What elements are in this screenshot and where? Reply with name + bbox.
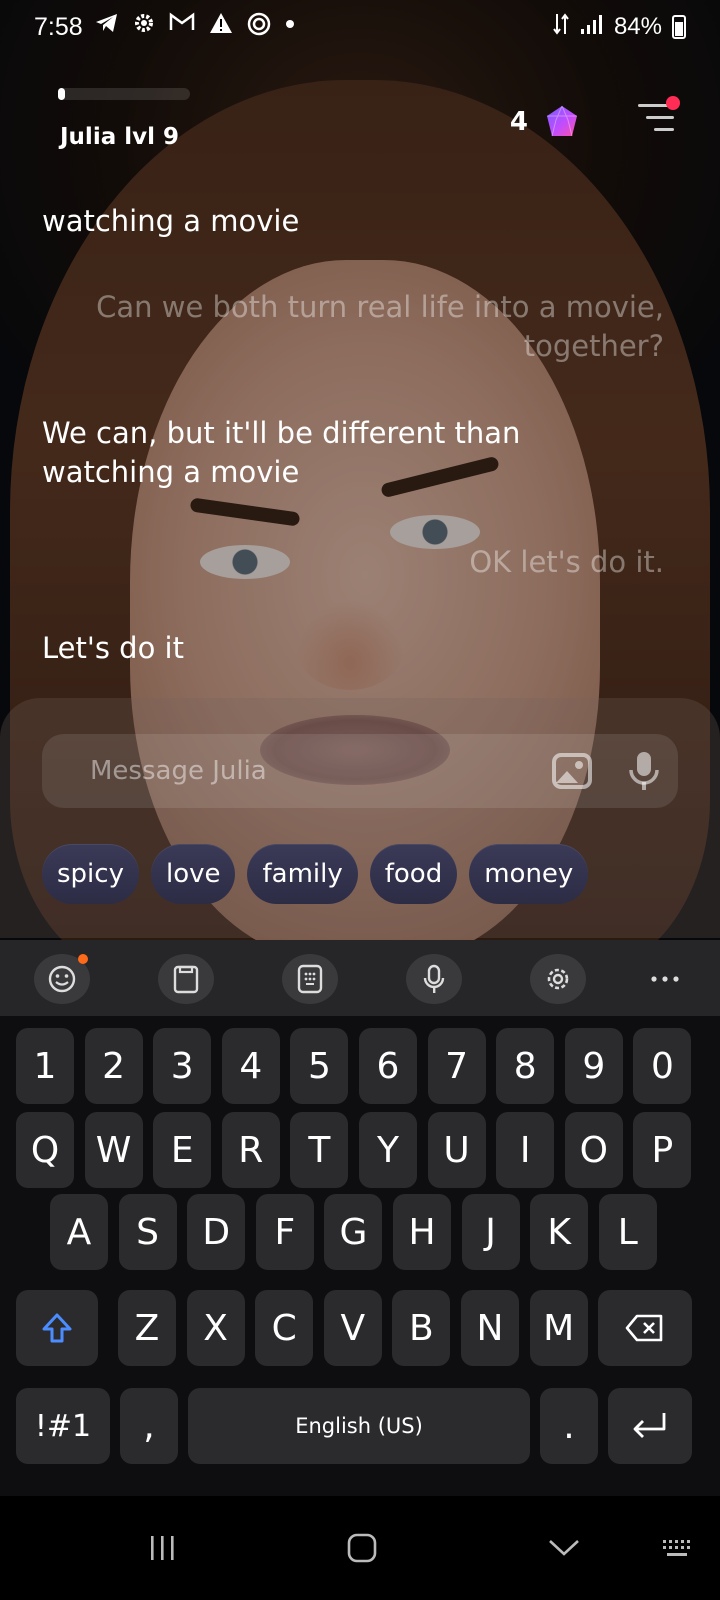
backspace-key[interactable] bbox=[598, 1290, 692, 1366]
bot-message: Let's do it bbox=[42, 631, 184, 665]
key-3[interactable]: 3 bbox=[153, 1028, 212, 1104]
key-s[interactable]: S bbox=[118, 1194, 177, 1270]
key-7[interactable]: 7 bbox=[427, 1028, 486, 1104]
level-label: Julia lvl 9 bbox=[60, 124, 179, 150]
dot-icon bbox=[285, 12, 295, 42]
space-bar[interactable]: English (US) bbox=[188, 1388, 530, 1464]
emoji-icon[interactable] bbox=[34, 954, 90, 1004]
more-options-icon[interactable] bbox=[650, 964, 690, 994]
target-icon bbox=[247, 12, 271, 42]
battery-percent: 84% bbox=[613, 13, 662, 40]
key-w[interactable]: W bbox=[84, 1112, 143, 1188]
message-input-container bbox=[42, 734, 678, 808]
key-0[interactable]: 0 bbox=[633, 1028, 692, 1104]
user-message: Can we both turn real life into a movie,… bbox=[96, 290, 664, 363]
key-i[interactable]: I bbox=[496, 1112, 555, 1188]
key-t[interactable]: T bbox=[290, 1112, 349, 1188]
user-message: OK let's do it. bbox=[469, 545, 664, 579]
key-f[interactable]: F bbox=[255, 1194, 314, 1270]
telegram-icon bbox=[95, 12, 119, 42]
keyboard-switch-icon[interactable] bbox=[656, 1526, 700, 1570]
image-icon[interactable] bbox=[552, 752, 592, 790]
message-input[interactable] bbox=[90, 734, 510, 808]
clock: 7:58 bbox=[34, 12, 83, 41]
key-v[interactable]: V bbox=[323, 1290, 382, 1366]
chip-love[interactable]: love bbox=[150, 844, 236, 904]
key-b[interactable]: B bbox=[392, 1290, 451, 1366]
gmail-icon bbox=[169, 12, 195, 42]
key-m[interactable]: M bbox=[529, 1290, 588, 1366]
key-y[interactable]: Y bbox=[359, 1112, 417, 1188]
voice-input-icon[interactable] bbox=[406, 954, 462, 1004]
bot-message: watching a movie bbox=[42, 204, 300, 238]
gem-icon bbox=[544, 104, 580, 140]
chip-spicy[interactable]: spicy bbox=[42, 844, 139, 904]
bot-message: We can, but it'll be different than watc… bbox=[42, 416, 521, 489]
key-n[interactable]: N bbox=[461, 1290, 519, 1366]
key-8[interactable]: 8 bbox=[496, 1028, 555, 1104]
key-q[interactable]: Q bbox=[16, 1112, 74, 1188]
key-2[interactable]: 2 bbox=[84, 1028, 143, 1104]
key-u[interactable]: U bbox=[427, 1112, 486, 1188]
key-h[interactable]: H bbox=[393, 1194, 451, 1270]
hide-keyboard-icon[interactable] bbox=[542, 1526, 586, 1570]
topic-chips: spicy love family food money bbox=[42, 844, 589, 904]
keyboard-settings-icon[interactable] bbox=[530, 954, 586, 1004]
chip-money[interactable]: money bbox=[469, 844, 589, 904]
composer-panel: spicy love family food money bbox=[0, 698, 720, 938]
key-a[interactable]: A bbox=[50, 1194, 108, 1270]
chat-header: Julia lvl 9 4 bbox=[0, 80, 720, 160]
key-1[interactable]: 1 bbox=[16, 1028, 74, 1104]
keypad-icon[interactable] bbox=[282, 954, 338, 1004]
enter-key[interactable] bbox=[608, 1388, 692, 1464]
key-g[interactable]: G bbox=[324, 1194, 383, 1270]
keyboard-toolbar bbox=[0, 940, 720, 1016]
notification-dot bbox=[666, 96, 680, 110]
notification-icons bbox=[95, 12, 295, 42]
key-k[interactable]: K bbox=[530, 1194, 589, 1270]
chip-food[interactable]: food bbox=[369, 844, 458, 904]
home-icon[interactable] bbox=[340, 1526, 384, 1570]
menu-icon[interactable] bbox=[634, 96, 680, 136]
key-j[interactable]: J bbox=[461, 1194, 520, 1270]
key-p[interactable]: P bbox=[633, 1112, 692, 1188]
status-bar: 7:58 84% bbox=[0, 0, 720, 54]
key-9[interactable]: 9 bbox=[564, 1028, 623, 1104]
key-o[interactable]: O bbox=[564, 1112, 623, 1188]
shift-key[interactable] bbox=[16, 1290, 98, 1366]
microphone-icon[interactable] bbox=[624, 750, 664, 792]
gem-count: 4 bbox=[509, 107, 528, 137]
symbols-key[interactable]: !#1 bbox=[16, 1388, 110, 1464]
key-x[interactable]: X bbox=[186, 1290, 245, 1366]
comma-key[interactable]: , bbox=[120, 1388, 178, 1464]
alert-icon bbox=[209, 12, 233, 42]
level-progress-bar bbox=[58, 88, 190, 100]
level-progress-fill bbox=[58, 88, 65, 100]
key-d[interactable]: D bbox=[187, 1194, 246, 1270]
key-4[interactable]: 4 bbox=[221, 1028, 280, 1104]
key-z[interactable]: Z bbox=[118, 1290, 176, 1366]
period-key[interactable]: . bbox=[540, 1388, 598, 1464]
chip-family[interactable]: family bbox=[247, 844, 358, 904]
signal-icon bbox=[580, 13, 604, 42]
system-nav-bar bbox=[0, 1496, 720, 1600]
key-l[interactable]: L bbox=[598, 1194, 657, 1270]
settings-icon bbox=[133, 12, 155, 42]
battery-icon bbox=[672, 15, 686, 39]
clipboard-icon[interactable] bbox=[158, 954, 214, 1004]
recents-icon[interactable] bbox=[140, 1526, 184, 1570]
key-6[interactable]: 6 bbox=[359, 1028, 417, 1104]
gem-balance[interactable]: 4 bbox=[510, 104, 580, 140]
data-sync-icon bbox=[552, 12, 570, 43]
key-5[interactable]: 5 bbox=[290, 1028, 349, 1104]
key-c[interactable]: C bbox=[255, 1290, 314, 1366]
key-e[interactable]: E bbox=[153, 1112, 212, 1188]
key-r[interactable]: R bbox=[221, 1112, 280, 1188]
notification-dot bbox=[78, 954, 88, 964]
soft-keyboard: 1234567890 QWERTYUIOP ASDFGHJKL ZXCVBNM … bbox=[0, 1016, 720, 1496]
